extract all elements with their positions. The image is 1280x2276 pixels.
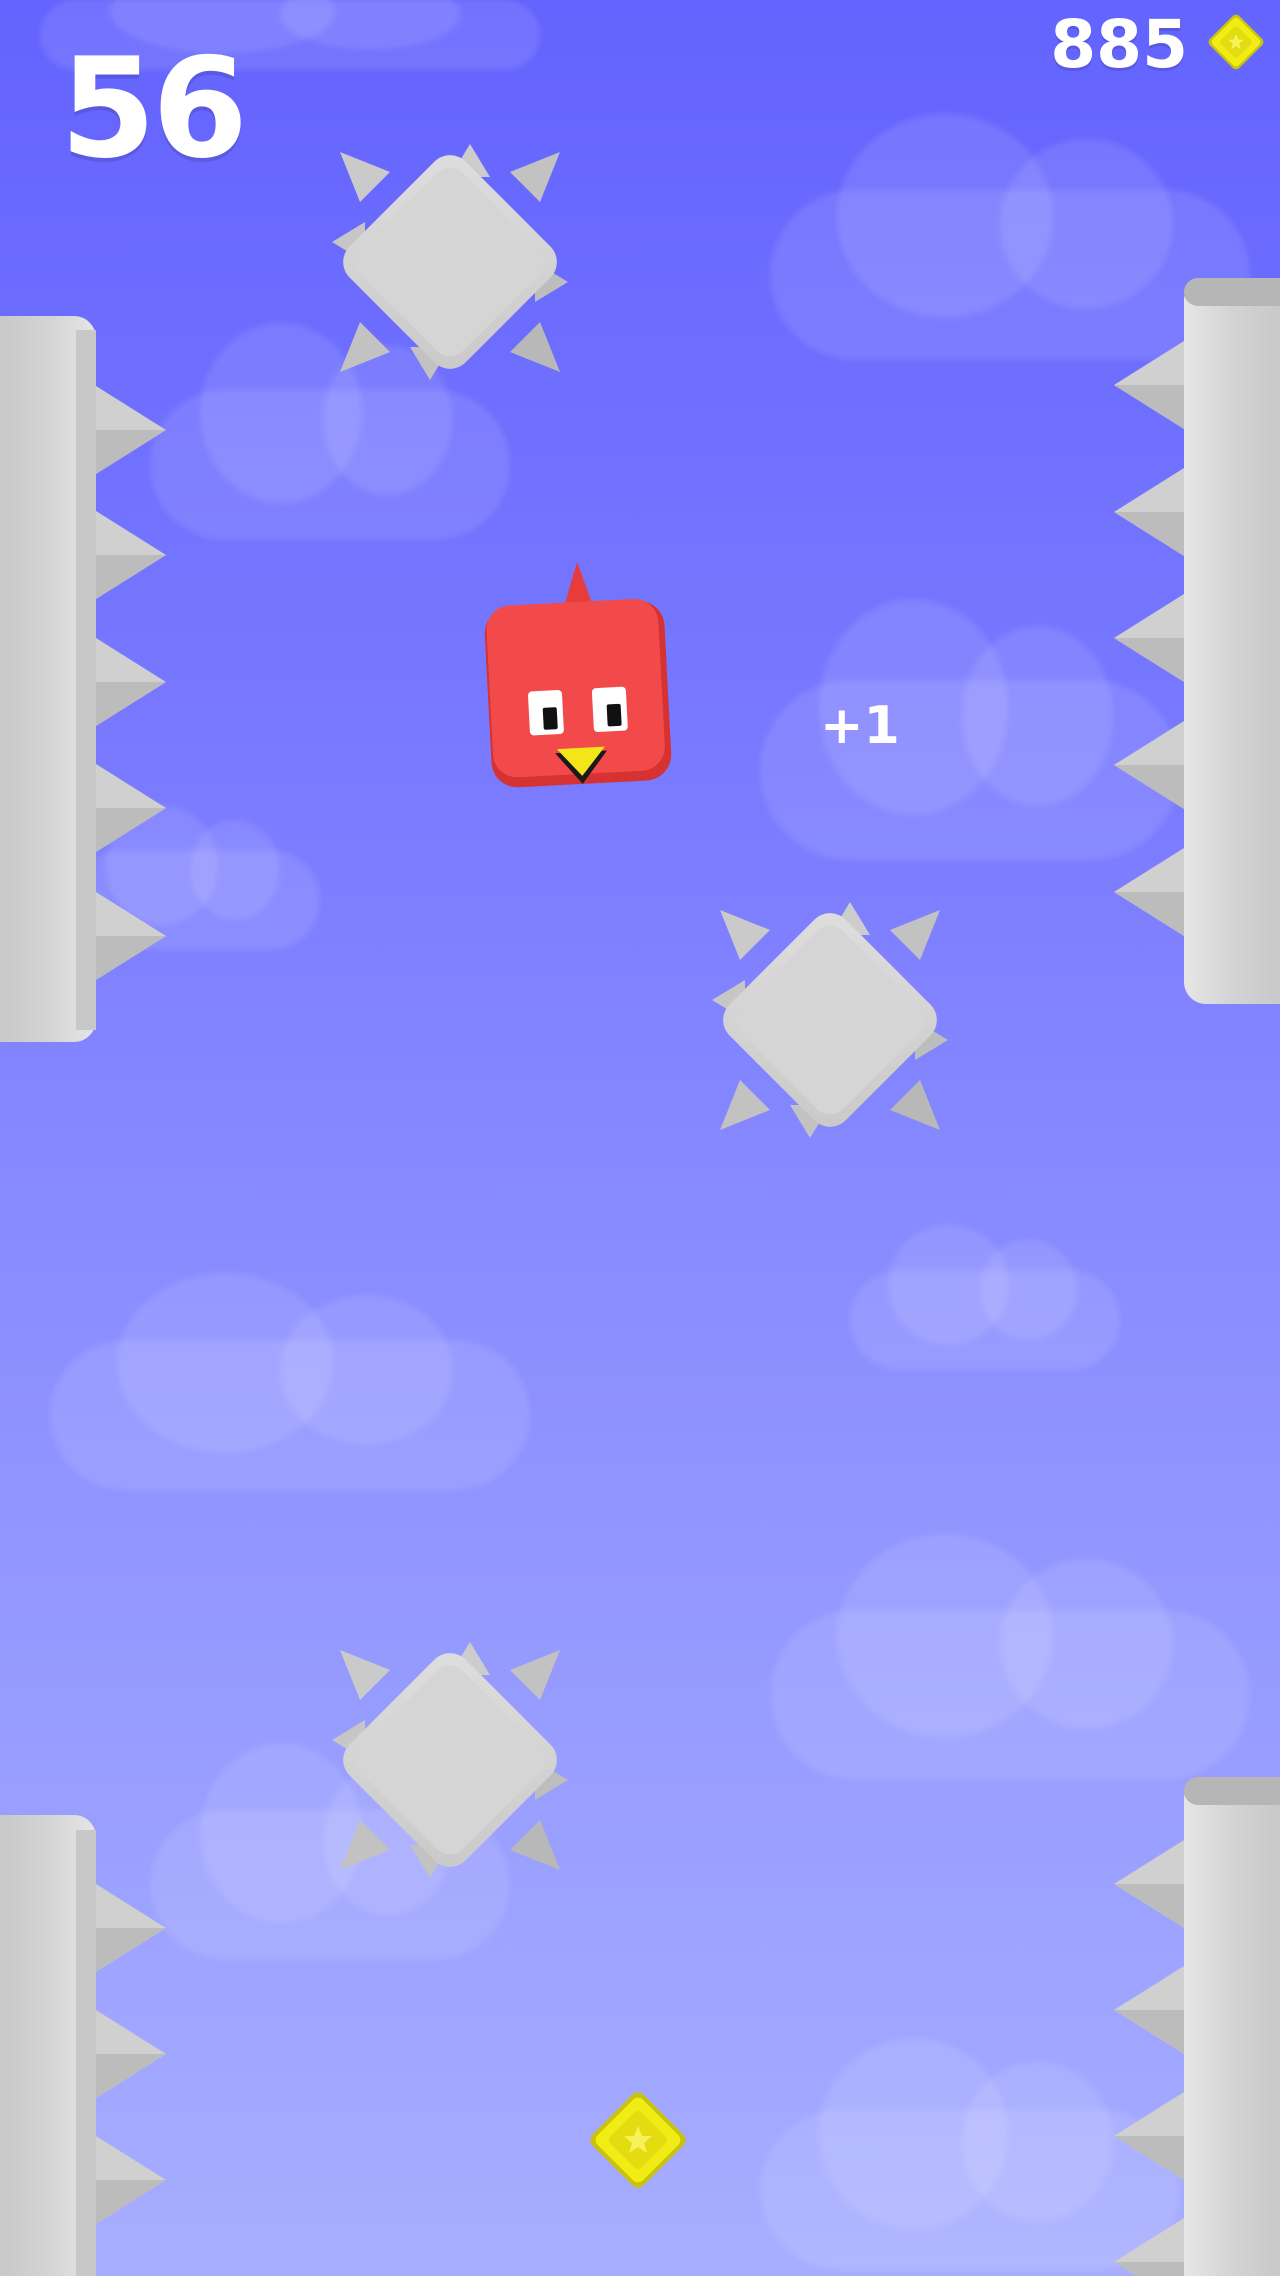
right-spike-wall	[1114, 278, 1280, 1004]
spike	[96, 1884, 166, 1972]
spiked-block-obstacle	[332, 1642, 568, 1878]
game-stage[interactable]: 56 885 +1	[0, 0, 1280, 2276]
spike	[1114, 594, 1184, 682]
score-counter: 56	[60, 28, 248, 189]
hazards-layer	[0, 144, 1280, 2276]
spike	[1114, 2092, 1184, 2180]
spike	[1114, 1966, 1184, 2054]
player-bird	[484, 561, 672, 788]
coin-gem-icon	[1208, 14, 1264, 70]
coin-counter: 885	[1050, 6, 1188, 83]
spiked-block-obstacle	[712, 902, 948, 1138]
spike	[96, 638, 166, 726]
left-spike-wall	[0, 316, 166, 1042]
spike	[96, 764, 166, 852]
bird-eye	[591, 686, 628, 733]
spike	[96, 892, 166, 980]
spike	[1114, 848, 1184, 936]
spike	[96, 511, 166, 599]
spike	[96, 2136, 166, 2224]
left-spike-wall	[0, 1815, 166, 2276]
points-popup: +1	[820, 696, 900, 756]
spiked-block-obstacle	[332, 144, 568, 380]
spike	[1114, 341, 1184, 429]
spike	[1114, 1840, 1184, 1928]
spike	[1114, 721, 1184, 809]
spike	[1114, 2218, 1184, 2276]
spike	[1114, 468, 1184, 556]
coin-gem-pickup	[590, 2092, 686, 2188]
bird-eye	[528, 690, 564, 736]
spike	[96, 2010, 166, 2098]
spike	[96, 386, 166, 474]
right-spike-wall	[1114, 1777, 1280, 2276]
